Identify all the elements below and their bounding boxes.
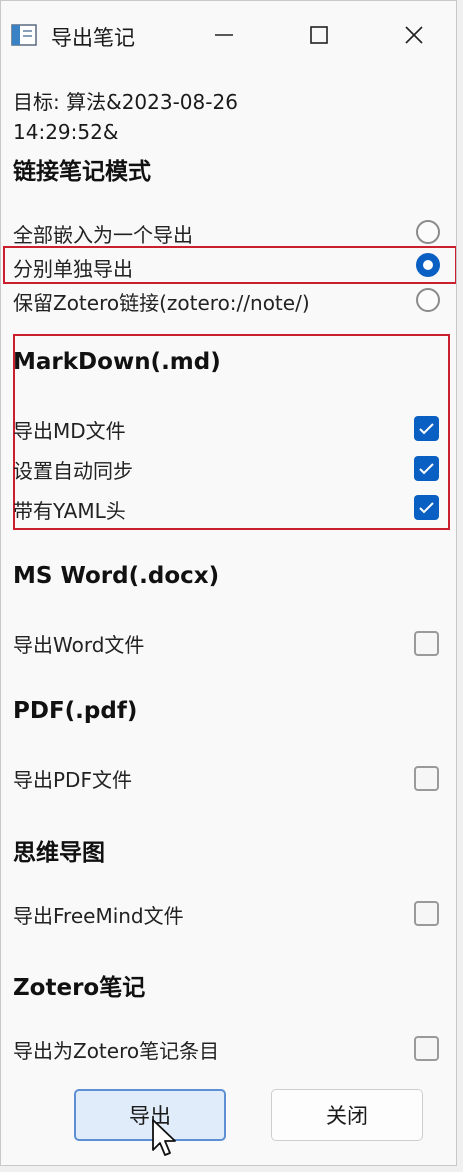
- checkmark-icon: [419, 423, 434, 435]
- window-close-button[interactable]: [391, 15, 437, 55]
- pdf-heading: PDF(.pdf): [13, 698, 138, 724]
- option-separate-label: 分别单独导出: [13, 257, 133, 281]
- target-line-1: 目标: 算法&2023-08-26: [13, 90, 238, 114]
- checkbox-export-pdf[interactable]: [414, 766, 439, 791]
- window-app-icon: [11, 24, 37, 46]
- zotero-heading: Zotero笔记: [13, 975, 146, 1001]
- checkbox-export-md[interactable]: [414, 416, 439, 441]
- checkmark-icon: [419, 463, 434, 475]
- target-info: 目标: 算法&2023-08-26 14:29:52&: [13, 87, 313, 147]
- checkbox-export-word[interactable]: [414, 631, 439, 656]
- radio-keep-link[interactable]: [416, 288, 440, 312]
- mindmap-heading: 思维导图: [13, 840, 105, 866]
- option-auto-sync-label: 设置自动同步: [13, 459, 133, 483]
- checkbox-export-freemind[interactable]: [414, 901, 439, 926]
- option-export-pdf-label: 导出PDF文件: [13, 768, 132, 792]
- checkbox-export-zotero[interactable]: [414, 1036, 439, 1061]
- option-embed-all-label: 全部嵌入为一个导出: [13, 223, 193, 247]
- checkbox-auto-sync[interactable]: [414, 456, 439, 481]
- link-mode-heading: 链接笔记模式: [13, 159, 151, 185]
- title-bar: 导出笔记: [1, 1, 456, 67]
- radio-embed-all[interactable]: [416, 220, 440, 244]
- minimize-icon: [215, 34, 233, 36]
- option-export-word-label: 导出Word文件: [13, 633, 145, 657]
- close-icon: [405, 26, 423, 44]
- option-export-freemind-label: 导出FreeMind文件: [13, 904, 184, 928]
- checkbox-yaml[interactable]: [414, 495, 439, 520]
- option-yaml-label: 带有YAML头: [13, 499, 126, 523]
- option-keep-link-label: 保留Zotero链接(zotero://note/): [13, 291, 310, 315]
- maximize-button[interactable]: [296, 15, 342, 55]
- window-title: 导出笔记: [51, 26, 135, 50]
- minimize-button[interactable]: [201, 15, 247, 55]
- markdown-heading: MarkDown(.md): [13, 349, 221, 375]
- option-export-zotero-label: 导出为Zotero笔记条目: [13, 1039, 220, 1063]
- export-button[interactable]: 导出: [74, 1089, 226, 1141]
- mouse-pointer-icon: [151, 1118, 179, 1162]
- word-heading: MS Word(.docx): [13, 563, 220, 589]
- option-export-md-label: 导出MD文件: [13, 419, 126, 443]
- target-line-2: 14:29:52&: [13, 120, 119, 144]
- close-button[interactable]: 关闭: [271, 1089, 423, 1141]
- checkmark-icon: [419, 502, 434, 514]
- maximize-icon: [310, 26, 328, 44]
- radio-separate[interactable]: [416, 253, 440, 277]
- export-notes-dialog: 导出笔记 目标: 算法&2023-08-26 14:29:52& 链接笔记模式 …: [0, 0, 457, 1166]
